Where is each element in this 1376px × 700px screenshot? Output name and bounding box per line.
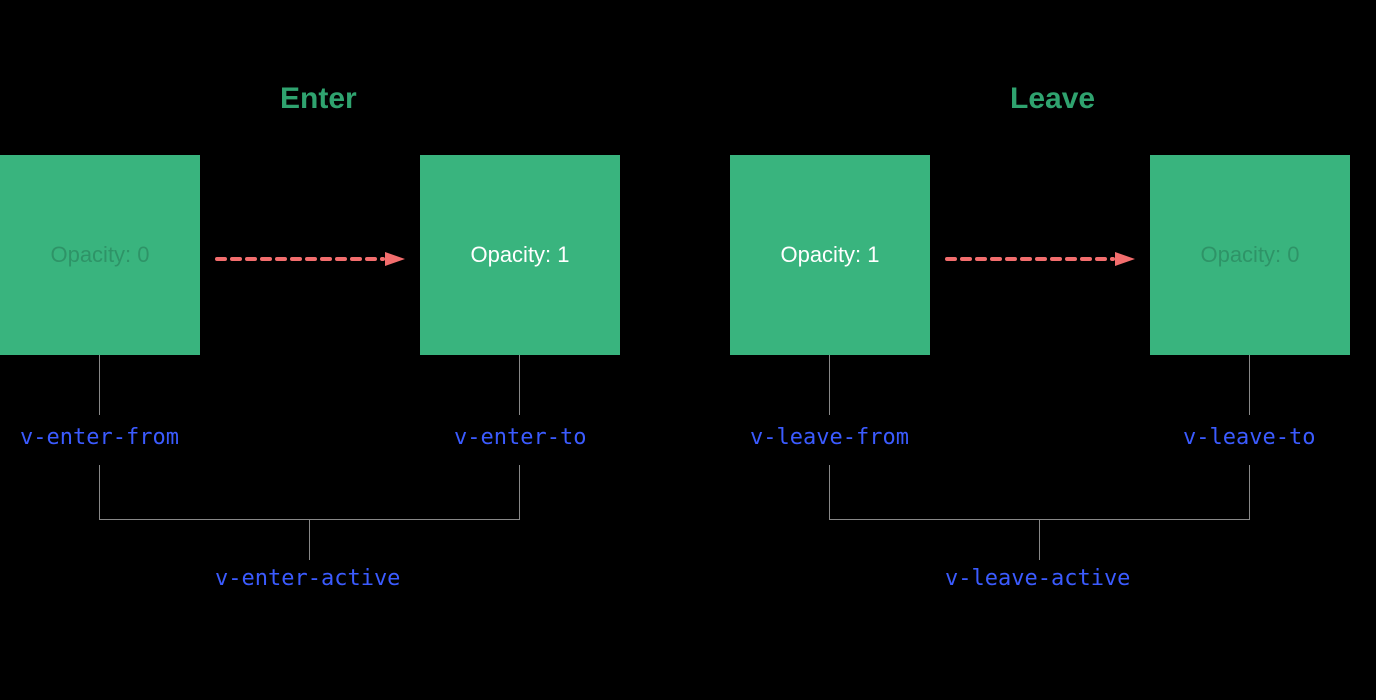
leave-from-box: Opacity: 1	[730, 155, 930, 355]
connector	[1249, 355, 1250, 415]
connector	[99, 355, 100, 415]
connector	[309, 520, 310, 560]
connector	[519, 355, 520, 415]
connector	[829, 355, 830, 415]
enter-title: Enter	[280, 82, 357, 116]
leave-title: Leave	[1010, 82, 1095, 116]
arrow-icon	[215, 252, 405, 260]
enter-from-label: v-enter-from	[20, 425, 179, 450]
enter-from-box-text: Opacity: 0	[50, 242, 149, 268]
leave-to-box-text: Opacity: 0	[1200, 242, 1299, 268]
leave-active-label: v-leave-active	[945, 566, 1130, 591]
brace	[829, 465, 1250, 520]
leave-to-label: v-leave-to	[1183, 425, 1315, 450]
connector	[1039, 520, 1040, 560]
arrow-icon	[945, 252, 1135, 260]
enter-to-box-text: Opacity: 1	[470, 242, 569, 268]
enter-to-box: Opacity: 1	[420, 155, 620, 355]
leave-to-box: Opacity: 0	[1150, 155, 1350, 355]
diagram-canvas: Enter Opacity: 0 Opacity: 1 v-enter-from…	[0, 0, 1376, 700]
enter-active-label: v-enter-active	[215, 566, 400, 591]
leave-from-label: v-leave-from	[750, 425, 909, 450]
enter-to-label: v-enter-to	[454, 425, 586, 450]
brace	[99, 465, 520, 520]
leave-from-box-text: Opacity: 1	[780, 242, 879, 268]
enter-from-box: Opacity: 0	[0, 155, 200, 355]
